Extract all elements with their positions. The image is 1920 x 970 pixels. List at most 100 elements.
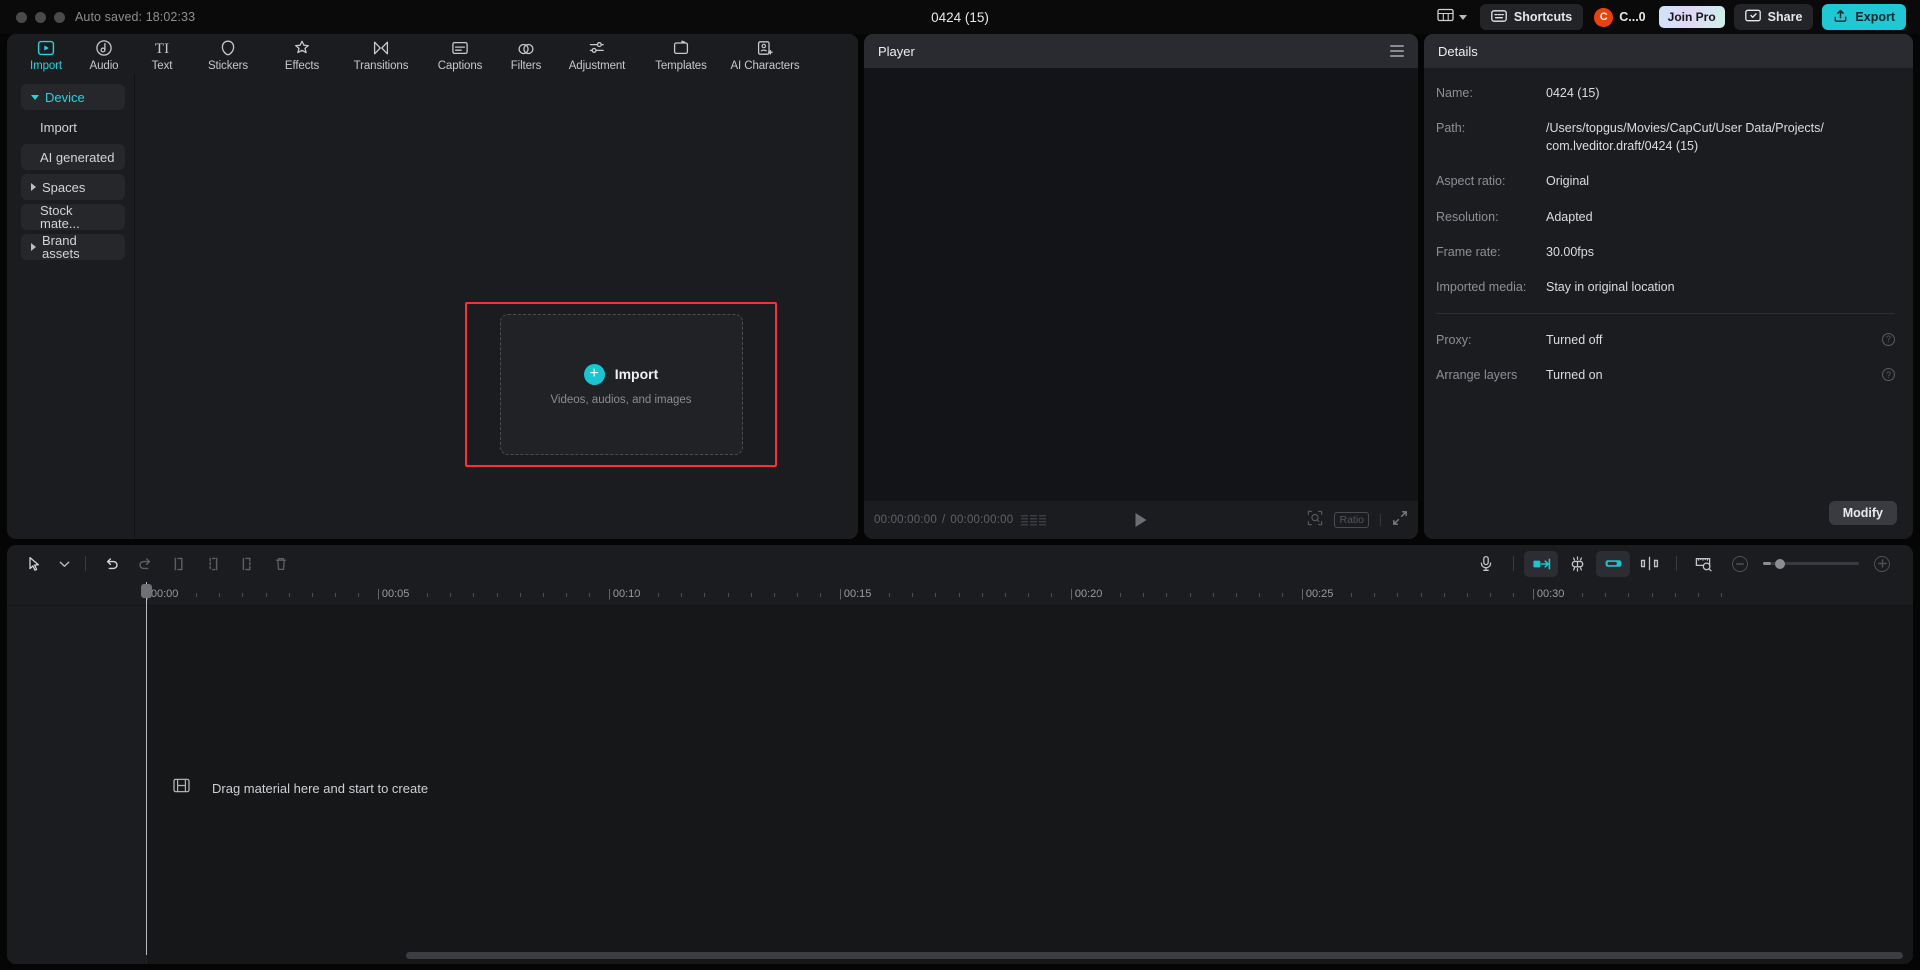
ruler-tick xyxy=(1166,593,1168,597)
sidebar-item-label: Spaces xyxy=(42,179,86,195)
timeline-empty-placeholder[interactable]: Drag material here and start to create xyxy=(173,778,428,798)
play-icon[interactable] xyxy=(1135,513,1147,527)
detail-row-aspect-ratio: Aspect ratio: Original xyxy=(1436,172,1895,190)
tab-text[interactable]: TI Text xyxy=(133,36,191,73)
sidebar-item-spaces[interactable]: Spaces xyxy=(21,174,125,200)
zoom-slider-track[interactable] xyxy=(1771,558,1859,569)
main-area: Import Audio TI Text Stickers Effects Tr… xyxy=(0,34,1920,539)
help-icon[interactable]: ? xyxy=(1882,332,1895,346)
zoom-out-icon[interactable] xyxy=(1723,551,1757,577)
timeline-horizontal-scrollbar[interactable] xyxy=(146,952,1903,959)
filters-icon xyxy=(517,38,535,57)
ruler-tick xyxy=(1143,593,1145,597)
details-body: Name: 0424 (15) Path: /Users/topgus/Movi… xyxy=(1424,68,1913,493)
tab-label: Captions xyxy=(437,60,483,72)
mirror-button[interactable] xyxy=(1632,551,1666,577)
delete-button[interactable] xyxy=(264,551,298,577)
timeline-ruler-labels: 00:00 00:05 00:10 00:15 00:20 00:25 00:3… xyxy=(146,582,1913,605)
sidebar-item-ai-generated[interactable]: AI generated xyxy=(21,144,125,170)
magnifier-icon[interactable] xyxy=(1307,510,1323,531)
detail-row-resolution: Resolution: Adapted xyxy=(1436,208,1895,226)
split-button[interactable] xyxy=(230,551,264,577)
record-voiceover-button[interactable] xyxy=(1469,551,1503,577)
detail-key: Resolution: xyxy=(1436,209,1499,224)
detail-row-name: Name: 0424 (15) xyxy=(1436,84,1895,102)
sidebar-item-brand-assets[interactable]: Brand assets xyxy=(21,234,125,260)
adjustment-icon xyxy=(588,38,606,57)
media-panel: Import Audio TI Text Stickers Effects Tr… xyxy=(7,34,858,539)
tab-label: Text xyxy=(151,60,173,72)
detail-value: Turned off xyxy=(1546,332,1603,347)
playhead[interactable] xyxy=(141,582,152,955)
render-preview-button[interactable] xyxy=(1687,551,1721,577)
timeline-ruler[interactable]: 00:00 00:05 00:10 00:15 00:20 00:25 00:3… xyxy=(7,582,1913,955)
export-label: Export xyxy=(1855,10,1895,24)
sidebar-item-device[interactable]: Device xyxy=(21,84,125,110)
trim-left-button[interactable] xyxy=(162,551,196,577)
timecode-mode-icon[interactable] xyxy=(1021,514,1047,526)
tab-stickers[interactable]: Stickers xyxy=(191,36,265,72)
tab-captions[interactable]: Captions xyxy=(423,36,497,72)
magnet-button[interactable] xyxy=(1560,551,1594,577)
scrollbar-thumb[interactable] xyxy=(406,952,1903,959)
account-button[interactable]: C C...0 xyxy=(1592,4,1649,30)
tab-import[interactable]: Import xyxy=(17,36,75,72)
fullscreen-icon[interactable] xyxy=(1392,510,1408,531)
detail-key: Frame rate: xyxy=(1436,244,1501,259)
detail-value: Original xyxy=(1546,174,1590,189)
tab-label: Templates xyxy=(655,60,707,72)
plus-icon: + xyxy=(583,363,605,385)
ratio-button[interactable]: Ratio xyxy=(1334,512,1369,528)
trim-right-button[interactable] xyxy=(196,551,230,577)
timeline-tracks[interactable]: Drag material here and start to create xyxy=(7,606,1913,964)
ruler-tick xyxy=(1004,593,1006,597)
tab-transitions[interactable]: Transitions xyxy=(339,36,423,72)
player-canvas[interactable] xyxy=(864,68,1418,501)
divider xyxy=(1513,556,1514,571)
import-dropzone[interactable]: + Import Videos, audios, and images xyxy=(499,314,743,455)
link-button[interactable] xyxy=(1596,550,1630,577)
chevron-right-icon xyxy=(31,243,36,251)
hamburger-icon[interactable] xyxy=(1390,45,1404,57)
tab-effects[interactable]: Effects xyxy=(265,36,339,72)
ruler-tick xyxy=(1050,593,1052,597)
zoom-slider-knob[interactable] xyxy=(1775,558,1785,569)
player-title: Player xyxy=(878,43,915,59)
tab-audio[interactable]: Audio xyxy=(75,36,133,72)
ruler-tick xyxy=(819,593,821,597)
share-button[interactable]: Share xyxy=(1733,4,1814,30)
modify-button[interactable]: Modify xyxy=(1828,501,1897,525)
window-controls[interactable] xyxy=(16,11,65,23)
maximize-window-button[interactable] xyxy=(54,11,65,23)
tab-filters[interactable]: Filters xyxy=(497,36,555,72)
export-button[interactable]: Export xyxy=(1822,4,1906,30)
player-current-time[interactable]: 00:00:00:00 xyxy=(874,514,937,526)
tab-templates[interactable]: Templates xyxy=(639,36,723,72)
select-tool-dropdown[interactable] xyxy=(51,551,77,577)
details-separator xyxy=(1436,312,1895,314)
ruler-tick xyxy=(196,593,198,597)
ruler-tick xyxy=(1697,593,1699,597)
auto-snap-button[interactable] xyxy=(1524,550,1558,577)
minimize-window-button[interactable] xyxy=(35,11,46,23)
tab-adjustment[interactable]: Adjustment xyxy=(555,36,639,72)
join-pro-button[interactable]: Join Pro xyxy=(1658,6,1725,28)
close-window-button[interactable] xyxy=(16,11,27,23)
placeholder-text: Drag material here and start to create xyxy=(212,780,429,796)
ruler-tick xyxy=(1651,593,1653,597)
sidebar-item-stock-materials[interactable]: Stock mate... xyxy=(21,204,125,230)
sidebar-item-import[interactable]: Import xyxy=(21,114,125,140)
select-tool[interactable] xyxy=(17,551,51,577)
undo-button[interactable] xyxy=(94,551,128,577)
help-icon[interactable]: ? xyxy=(1882,368,1895,381)
timeline-zoom-slider[interactable] xyxy=(1763,558,1859,569)
panel-layout-button[interactable] xyxy=(1433,5,1471,30)
shortcuts-button[interactable]: Shortcuts xyxy=(1479,4,1584,30)
zoom-in-icon[interactable] xyxy=(1865,551,1899,577)
playhead-handle[interactable] xyxy=(141,584,152,598)
detail-key: Imported media: xyxy=(1436,279,1527,294)
redo-button[interactable] xyxy=(128,551,162,577)
tab-ai-characters[interactable]: AI Characters xyxy=(723,36,807,72)
ruler-tick xyxy=(1720,593,1722,597)
detail-key: Path: xyxy=(1436,121,1466,136)
